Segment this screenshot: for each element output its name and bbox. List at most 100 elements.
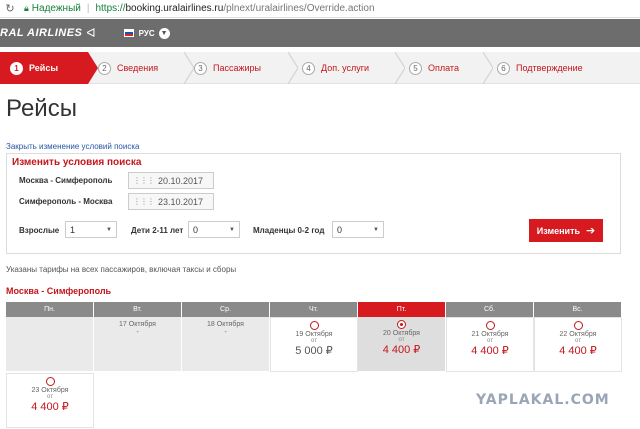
url-field[interactable]: https://booking.uralairlines.ru/plnext/u… bbox=[95, 3, 374, 14]
step-label: Рейсы bbox=[29, 63, 59, 73]
chevron-down-icon: ▼ bbox=[229, 226, 235, 233]
day-date: 20 Октября bbox=[383, 330, 420, 337]
booking-steps: 1 Рейсы 2 Сведения 3 Пассажиры 4 Доп. ус… bbox=[0, 52, 640, 84]
weekday-header: Сб. bbox=[446, 302, 534, 317]
outbound-date-value: 20.10.2017 bbox=[158, 175, 204, 186]
step-divider bbox=[288, 52, 298, 84]
day-date: 22 Октября bbox=[559, 331, 597, 338]
modify-search-panel: Изменить условия поиска Москва - Симферо… bbox=[6, 153, 621, 254]
calendar-day[interactable]: 22 Октября от 4 400 ₽ bbox=[534, 317, 622, 372]
address-separator: | bbox=[86, 3, 90, 14]
step-details[interactable]: 2 Сведения bbox=[98, 52, 188, 84]
day-price: 4 400 ₽ bbox=[382, 344, 421, 356]
day-date: 18 Октября bbox=[207, 321, 244, 328]
reload-icon[interactable]: ↻ bbox=[2, 2, 18, 15]
step-extras[interactable]: 4 Доп. услуги bbox=[302, 52, 400, 84]
children-select[interactable]: 0 ▼ bbox=[188, 221, 240, 238]
day-price: 4 400 ₽ bbox=[471, 345, 509, 357]
day-radio[interactable] bbox=[397, 320, 406, 329]
day-radio[interactable] bbox=[45, 377, 55, 386]
step-payment[interactable]: 5 Оплата bbox=[409, 52, 491, 84]
logo-bird-icon: ᐊ bbox=[86, 26, 96, 40]
day-radio[interactable] bbox=[485, 321, 495, 330]
calendar-day-selected[interactable]: 20 Октября от 4 400 ₽ bbox=[358, 317, 446, 372]
lock-icon: 🔒︎ bbox=[24, 3, 29, 13]
watermark: YAPLAKAL.COM bbox=[476, 392, 610, 408]
adults-label: Взрослые bbox=[19, 226, 60, 235]
day-radio[interactable] bbox=[309, 321, 319, 330]
calendar-day: 17 Октября - bbox=[94, 317, 182, 372]
return-date-value: 23.10.2017 bbox=[158, 196, 204, 207]
step-passengers[interactable]: 3 Пассажиры bbox=[194, 52, 292, 84]
step-divider bbox=[483, 52, 493, 84]
chevron-down-icon: ▼ bbox=[373, 226, 379, 233]
day-no-fare: - bbox=[136, 329, 139, 336]
calendar-route-title: Москва - Симферополь bbox=[6, 286, 112, 296]
infants-label: Младенцы 0-2 год bbox=[253, 226, 325, 235]
fare-note: Указаны тарифы на всех пассажиров, включ… bbox=[6, 265, 237, 274]
url-scheme: https:// bbox=[95, 3, 126, 14]
airline-logo[interactable]: RAL AIRLINES bbox=[0, 27, 82, 39]
day-date: 19 Октября bbox=[295, 331, 333, 338]
calendar-day[interactable]: 19 Октября от 5 000 ₽ bbox=[270, 317, 358, 372]
calendar-day[interactable]: 21 Октября от 4 400 ₽ bbox=[446, 317, 534, 372]
step-number: 6 bbox=[497, 61, 510, 75]
day-price: 4 400 ₽ bbox=[559, 345, 597, 357]
weekday-header: Пн. bbox=[6, 302, 94, 317]
day-price: 4 400 ₽ bbox=[31, 401, 69, 413]
weekday-header: Вт. bbox=[94, 302, 182, 317]
day-radio[interactable] bbox=[573, 321, 583, 330]
browser-address-bar: ↻ 🔒︎ Надежный | https://booking.uralairl… bbox=[0, 0, 640, 18]
calendar-day-empty bbox=[6, 317, 94, 372]
infants-select[interactable]: 0 ▼ bbox=[332, 221, 384, 238]
page-title: Рейсы bbox=[6, 95, 77, 122]
url-host: booking.uralairlines.ru bbox=[125, 3, 224, 14]
return-route-label: Симферополь - Москва bbox=[19, 197, 113, 206]
close-search-link[interactable]: Закрыть изменение условий поиска bbox=[6, 142, 139, 151]
weekday-header: Вс. bbox=[534, 302, 622, 317]
return-date-field[interactable]: ⋮⋮⋮ 23.10.2017 bbox=[128, 193, 214, 210]
calendar-icon: ⋮⋮⋮ bbox=[133, 176, 155, 185]
day-price: 5 000 ₽ bbox=[295, 345, 333, 357]
day-date: 23 Октября bbox=[31, 387, 69, 394]
calendar-day: 18 Октября - bbox=[182, 317, 270, 372]
step-number: 5 bbox=[409, 61, 422, 75]
day-no-fare: - bbox=[224, 329, 227, 336]
step-number: 3 bbox=[194, 61, 207, 75]
language-label[interactable]: РУС bbox=[139, 29, 155, 38]
change-search-button[interactable]: Изменить ➔ bbox=[529, 219, 603, 242]
adults-select[interactable]: 1 ▼ bbox=[65, 221, 117, 238]
weekday-header: Чт. bbox=[270, 302, 358, 317]
step-label: Пассажиры bbox=[213, 63, 262, 73]
weekday-header: Ср. bbox=[182, 302, 270, 317]
secure-label: Надежный bbox=[31, 3, 81, 14]
calendar-day[interactable]: 23 Октября от 4 400 ₽ bbox=[6, 373, 94, 428]
children-label: Дети 2-11 лет bbox=[131, 226, 184, 235]
url-path: /plnext/uralairlines/Override.action bbox=[223, 3, 375, 14]
outbound-route-label: Москва - Симферополь bbox=[19, 176, 113, 185]
step-divider bbox=[88, 52, 98, 84]
russia-flag-icon bbox=[123, 29, 134, 37]
day-date: 17 Октября bbox=[119, 321, 156, 328]
day-date: 21 Октября bbox=[471, 331, 509, 338]
change-button-label: Изменить bbox=[536, 225, 581, 236]
step-number: 2 bbox=[98, 61, 111, 75]
step-label: Сведения bbox=[117, 63, 159, 73]
calendar-icon: ⋮⋮⋮ bbox=[133, 197, 155, 206]
step-number: 4 bbox=[302, 61, 315, 75]
outbound-date-field[interactable]: ⋮⋮⋮ 20.10.2017 bbox=[128, 172, 214, 189]
step-divider bbox=[184, 52, 194, 84]
step-divider bbox=[395, 52, 405, 84]
children-value: 0 bbox=[193, 224, 199, 235]
step-flights[interactable]: 1 Рейсы bbox=[0, 52, 88, 84]
weekday-header: Пт. bbox=[358, 302, 446, 317]
arrow-right-icon: ➔ bbox=[586, 225, 596, 237]
step-label: Доп. услуги bbox=[321, 63, 370, 73]
step-label: Подтверждение bbox=[516, 63, 583, 73]
language-dropdown-icon[interactable]: ▼ bbox=[158, 27, 170, 39]
adults-value: 1 bbox=[70, 224, 76, 235]
step-confirmation[interactable]: 6 Подтверждение bbox=[497, 52, 617, 84]
step-number: 1 bbox=[10, 61, 23, 75]
step-label: Оплата bbox=[428, 63, 459, 73]
modify-search-title: Изменить условия поиска bbox=[12, 157, 142, 168]
